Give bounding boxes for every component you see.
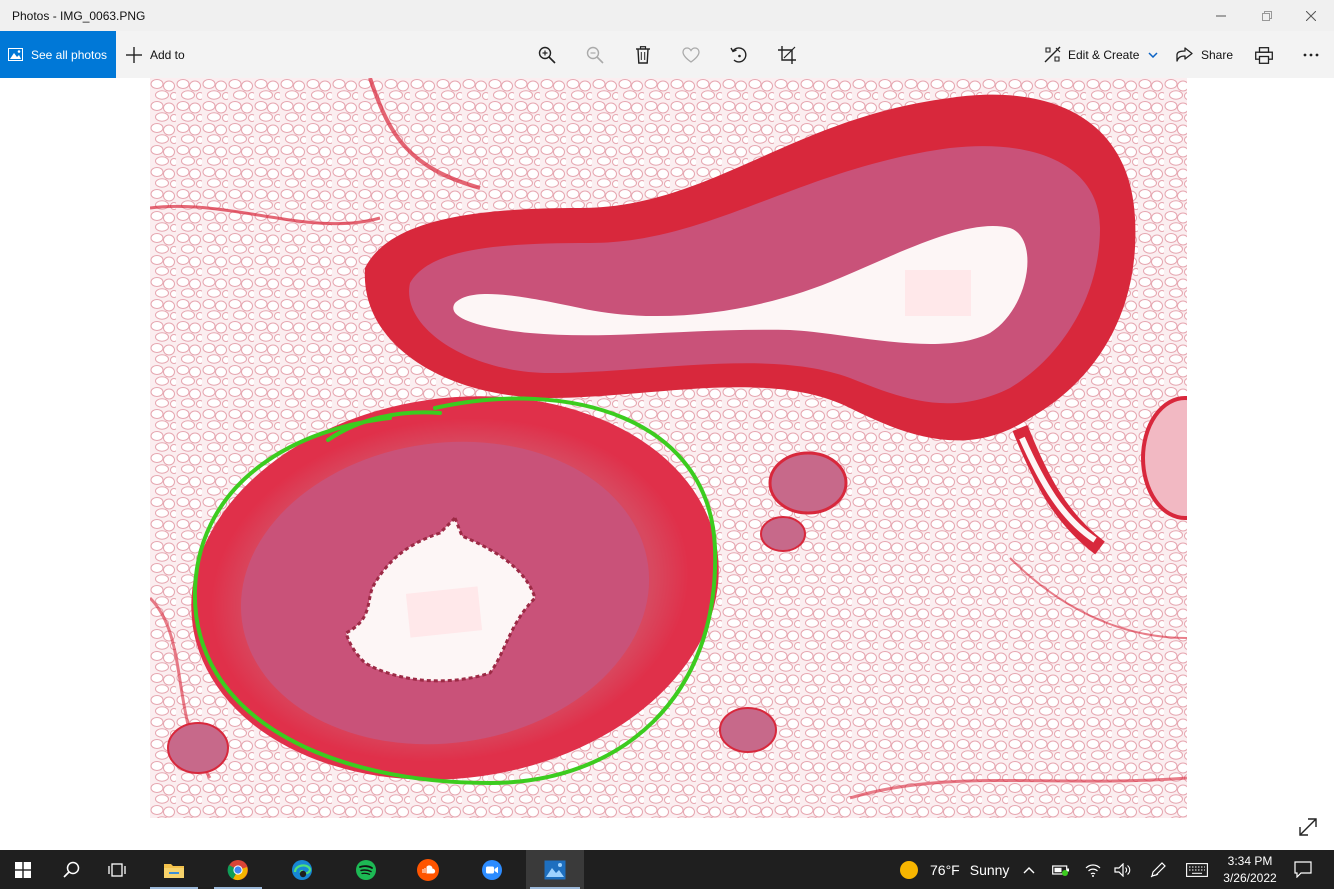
taskbar-file-explorer[interactable]: [146, 850, 202, 889]
print-button[interactable]: [1252, 43, 1276, 67]
action-center-button[interactable]: [1288, 850, 1318, 889]
close-icon: [1306, 10, 1316, 21]
system-clock[interactable]: 3:34 PM 3/26/2022: [1218, 853, 1282, 887]
taskbar-zoom[interactable]: [464, 850, 520, 889]
taskbar-chrome[interactable]: [210, 850, 266, 889]
taskbar-photos[interactable]: [526, 850, 584, 889]
weather-widget[interactable]: 76°F Sunny: [900, 850, 1009, 889]
print-icon: [1255, 46, 1273, 64]
window-title: Photos - IMG_0063.PNG: [12, 9, 146, 23]
pen-tray-icon[interactable]: [1145, 850, 1171, 889]
toolbar: See all photos Add to Edit & Create Shar…: [0, 31, 1334, 78]
share-icon: [1176, 47, 1193, 62]
weather-temperature: 76°F: [930, 861, 960, 878]
battery-tray-icon[interactable]: [1048, 850, 1074, 889]
taskbar-spotify[interactable]: [338, 850, 394, 889]
clock-date: 3/26/2022: [1223, 871, 1277, 885]
more-button[interactable]: [1299, 43, 1323, 67]
windows-icon: [15, 861, 31, 878]
heart-icon: [682, 47, 700, 63]
zoom-in-button[interactable]: [535, 43, 559, 67]
see-all-photos-label: See all photos: [31, 47, 108, 62]
volume-tray-icon[interactable]: [1110, 850, 1136, 889]
delete-icon: [636, 46, 650, 64]
soundcloud-icon: [417, 858, 439, 881]
title-bar: Photos - IMG_0063.PNG: [0, 0, 1334, 31]
battery-icon: [1052, 864, 1069, 876]
zoom-out-icon: [586, 46, 604, 64]
edit-create-icon: [1044, 46, 1061, 63]
search-button[interactable]: [48, 850, 94, 889]
more-icon: [1303, 53, 1319, 57]
see-all-photos-button[interactable]: See all photos: [0, 31, 116, 78]
start-button[interactable]: [0, 850, 46, 889]
pen-icon: [1150, 861, 1166, 877]
photos-icon: [8, 48, 23, 61]
taskbar-edge[interactable]: [274, 850, 330, 889]
touch-keyboard-button[interactable]: [1182, 850, 1212, 889]
show-hidden-icons-button[interactable]: [1016, 850, 1042, 889]
photos-app-icon: [544, 860, 566, 879]
rotate-button[interactable]: [727, 43, 751, 67]
minimize-icon: [1216, 15, 1226, 16]
wifi-tray-icon[interactable]: [1080, 850, 1106, 889]
edit-create-button[interactable]: Edit & Create: [1044, 31, 1158, 78]
close-button[interactable]: [1288, 0, 1334, 31]
chrome-icon: [227, 859, 248, 880]
add-to-label: Add to: [150, 47, 185, 62]
wifi-icon: [1085, 863, 1101, 877]
delete-button[interactable]: [631, 43, 655, 67]
notification-icon: [1294, 861, 1312, 878]
restore-button[interactable]: [1244, 0, 1290, 31]
nerve-bundle: [768, 451, 848, 515]
weather-condition: Sunny: [969, 861, 1010, 878]
share-label: Share: [1201, 47, 1234, 62]
speaker-icon: [1114, 862, 1131, 877]
edge-icon: [292, 859, 312, 880]
histology-image: [150, 78, 1187, 818]
crop-button[interactable]: [775, 43, 799, 67]
edit-create-label: Edit & Create: [1068, 47, 1140, 62]
spotify-icon: [356, 859, 376, 880]
expand-icon: [1299, 818, 1317, 836]
minimize-button[interactable]: [1198, 0, 1244, 31]
chevron-up-icon: [1023, 866, 1035, 873]
image-viewer: [0, 78, 1334, 850]
taskbar: 76°F Sunny 3:34 PM 3/26/2022: [0, 850, 1334, 889]
folder-icon: [164, 863, 184, 878]
sun-icon: [900, 860, 918, 879]
keyboard-icon: [1186, 862, 1208, 877]
fullscreen-button[interactable]: [1298, 817, 1322, 841]
zoom-out-button[interactable]: [583, 43, 607, 67]
task-view-icon: [108, 862, 126, 877]
clock-time: 3:34 PM: [1227, 854, 1273, 868]
chevron-down-icon: [1148, 51, 1158, 58]
histology-photo[interactable]: [150, 78, 1187, 818]
zoom-in-icon: [538, 46, 556, 64]
search-icon: [62, 861, 79, 878]
taskbar-soundcloud[interactable]: [400, 850, 456, 889]
crop-icon: [778, 46, 796, 64]
task-view-button[interactable]: [94, 850, 140, 889]
zoom-icon: [482, 859, 502, 880]
share-button[interactable]: Share: [1176, 31, 1233, 78]
rotate-icon: [730, 47, 747, 63]
restore-icon: [1262, 10, 1272, 21]
favorite-button[interactable]: [679, 43, 703, 67]
plus-icon: [126, 46, 142, 63]
add-to-button[interactable]: Add to: [126, 31, 185, 78]
